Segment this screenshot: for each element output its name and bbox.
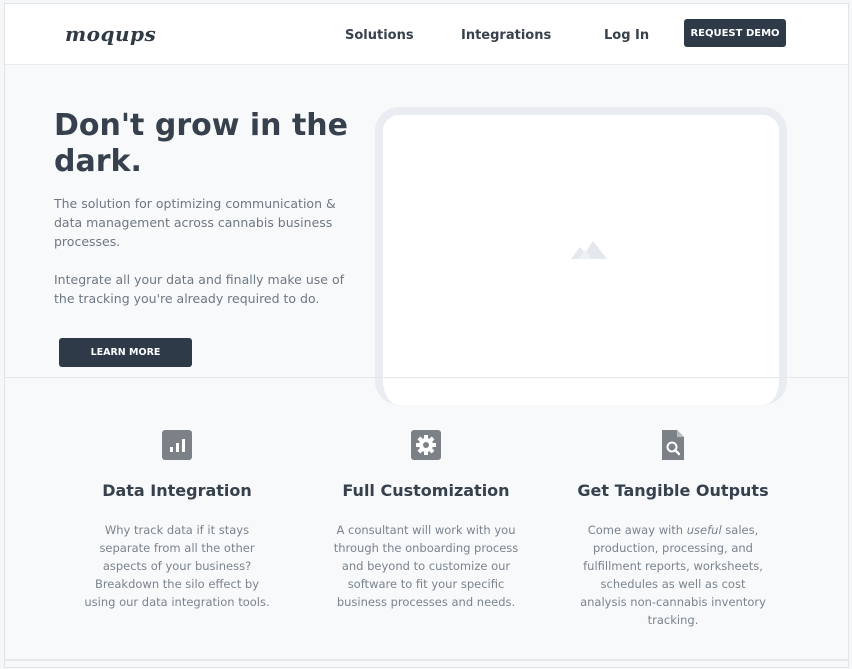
nav-integrations[interactable]: Integrations	[461, 28, 551, 43]
nav-login[interactable]: Log In	[604, 28, 649, 43]
hero-image-frame	[375, 107, 787, 405]
feature-tangible-outputs: Get Tangible Outputs Come away with usef…	[558, 426, 788, 629]
learn-more-button[interactable]: LEARN MORE	[59, 338, 192, 367]
bar-chart-icon	[162, 430, 192, 460]
footer-divider	[5, 659, 848, 661]
request-demo-button[interactable]: REQUEST DEMO	[684, 19, 786, 47]
file-search-icon	[662, 430, 684, 460]
feature-text: Why track data if it stays separate from…	[84, 523, 270, 609]
feature-text-end: sales, production, processing, and fulfi…	[580, 523, 766, 627]
hero-title: Don't grow in the dark.	[54, 108, 349, 179]
feature-title: Full Customization	[342, 481, 510, 500]
gear-icon	[411, 430, 441, 460]
site-header: moqups Solutions Integrations Log In REQ…	[5, 4, 848, 65]
feature-title: Data Integration	[102, 481, 252, 500]
image-placeholder-icon	[571, 241, 607, 259]
page-frame: moqups Solutions Integrations Log In REQ…	[4, 3, 849, 668]
hero-subdescription: Integrate all your data and finally make…	[54, 272, 344, 306]
feature-full-customization: Full Customization A consultant will wor…	[311, 426, 541, 611]
feature-data-integration: Data Integration Why track data if it st…	[62, 426, 292, 611]
feature-text-start: Come away with	[587, 523, 687, 537]
feature-text: A consultant will work with you through …	[333, 523, 519, 609]
feature-text-emphasis: useful	[686, 523, 722, 537]
hero-description: The solution for optimizing communicatio…	[54, 196, 336, 249]
feature-title: Get Tangible Outputs	[577, 481, 769, 500]
section-divider	[5, 377, 848, 378]
feature-text: Come away with useful sales, production,…	[578, 521, 768, 629]
nav-solutions[interactable]: Solutions	[345, 28, 414, 43]
logo[interactable]: moqups	[65, 22, 156, 46]
